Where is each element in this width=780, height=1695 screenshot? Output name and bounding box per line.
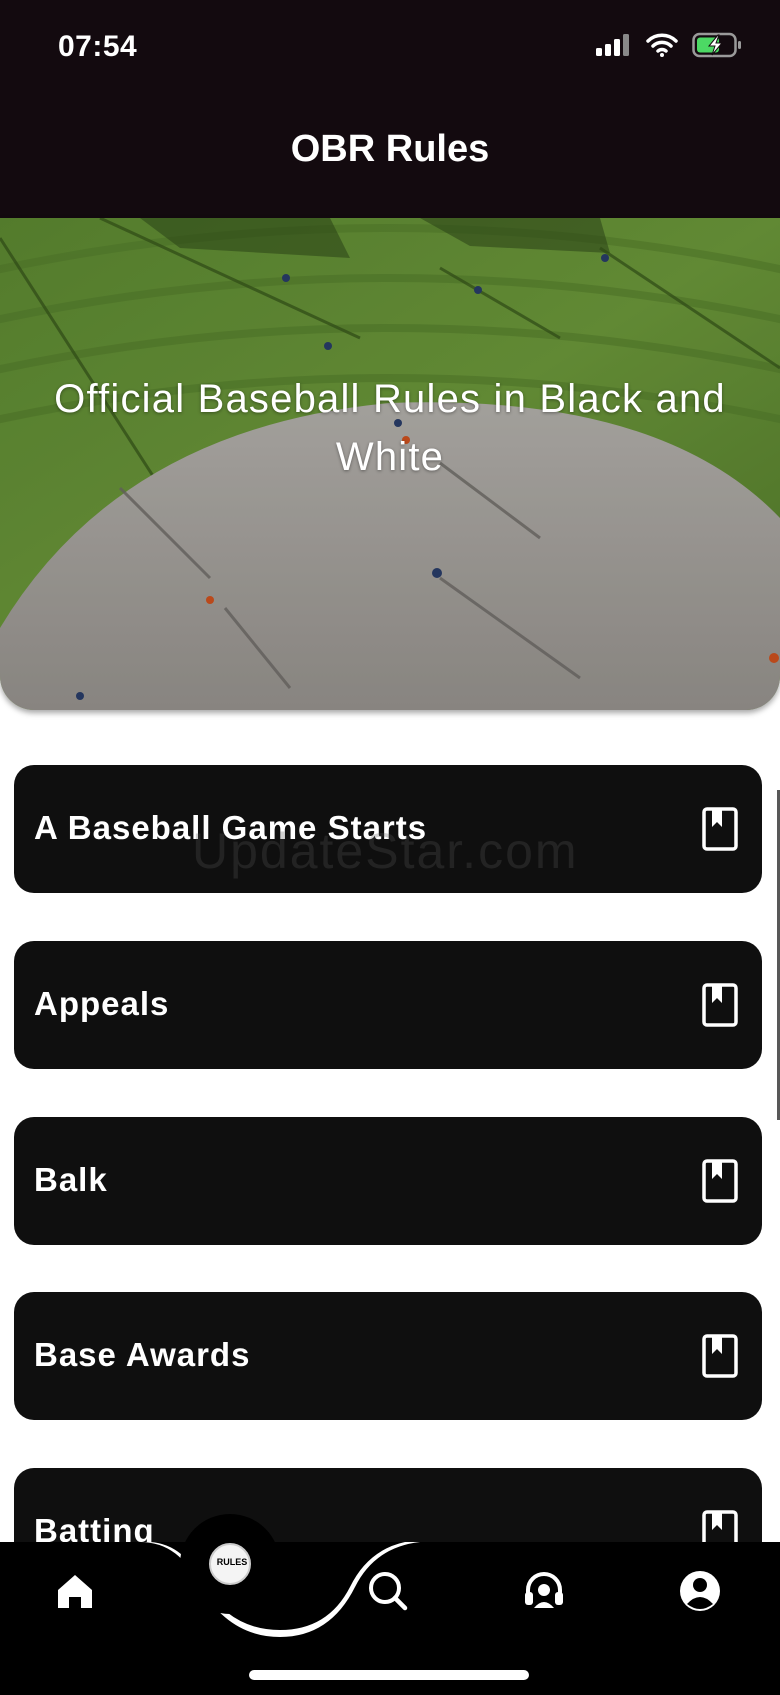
- search-icon[interactable]: [365, 1568, 411, 1614]
- status-bar: 07:54: [0, 0, 780, 100]
- status-icons: [596, 32, 742, 58]
- watermark: UpdateStar.com: [192, 823, 579, 879]
- rule-card-appeals[interactable]: Appeals: [14, 941, 762, 1069]
- battery-charging-icon: [692, 32, 741, 58]
- app-header: OBR Rules: [0, 100, 780, 218]
- hero-banner: Official Baseball Rules in Black and Whi…: [0, 218, 780, 710]
- rules-fab-button[interactable]: RULES: [180, 1514, 280, 1614]
- wifi-icon: [646, 33, 678, 57]
- status-time: 07:54: [58, 30, 138, 63]
- cellular-signal-icon: [596, 34, 629, 56]
- rule-label: Base Awards: [34, 1336, 251, 1373]
- bookmark-book-icon: [702, 1159, 738, 1203]
- headset-icon[interactable]: [521, 1568, 567, 1614]
- bookmark-book-icon: [702, 807, 738, 851]
- baseball-icon: RULES: [209, 1543, 251, 1585]
- bookmark-book-icon: [702, 983, 738, 1027]
- rule-label: Appeals: [34, 985, 170, 1022]
- home-indicator: [249, 1670, 529, 1680]
- page-title: OBR Rules: [290, 128, 490, 170]
- home-icon[interactable]: [52, 1568, 98, 1614]
- hero-headline: Official Baseball Rules in Black and Whi…: [54, 377, 726, 479]
- rule-card-base-awards[interactable]: Base Awards: [14, 1292, 762, 1420]
- profile-icon[interactable]: [677, 1568, 723, 1614]
- fab-label: RULES: [216, 1557, 248, 1567]
- rule-card-balk[interactable]: Balk: [14, 1117, 762, 1245]
- bookmark-book-icon: [702, 1334, 738, 1378]
- rule-label: Balk: [34, 1161, 108, 1198]
